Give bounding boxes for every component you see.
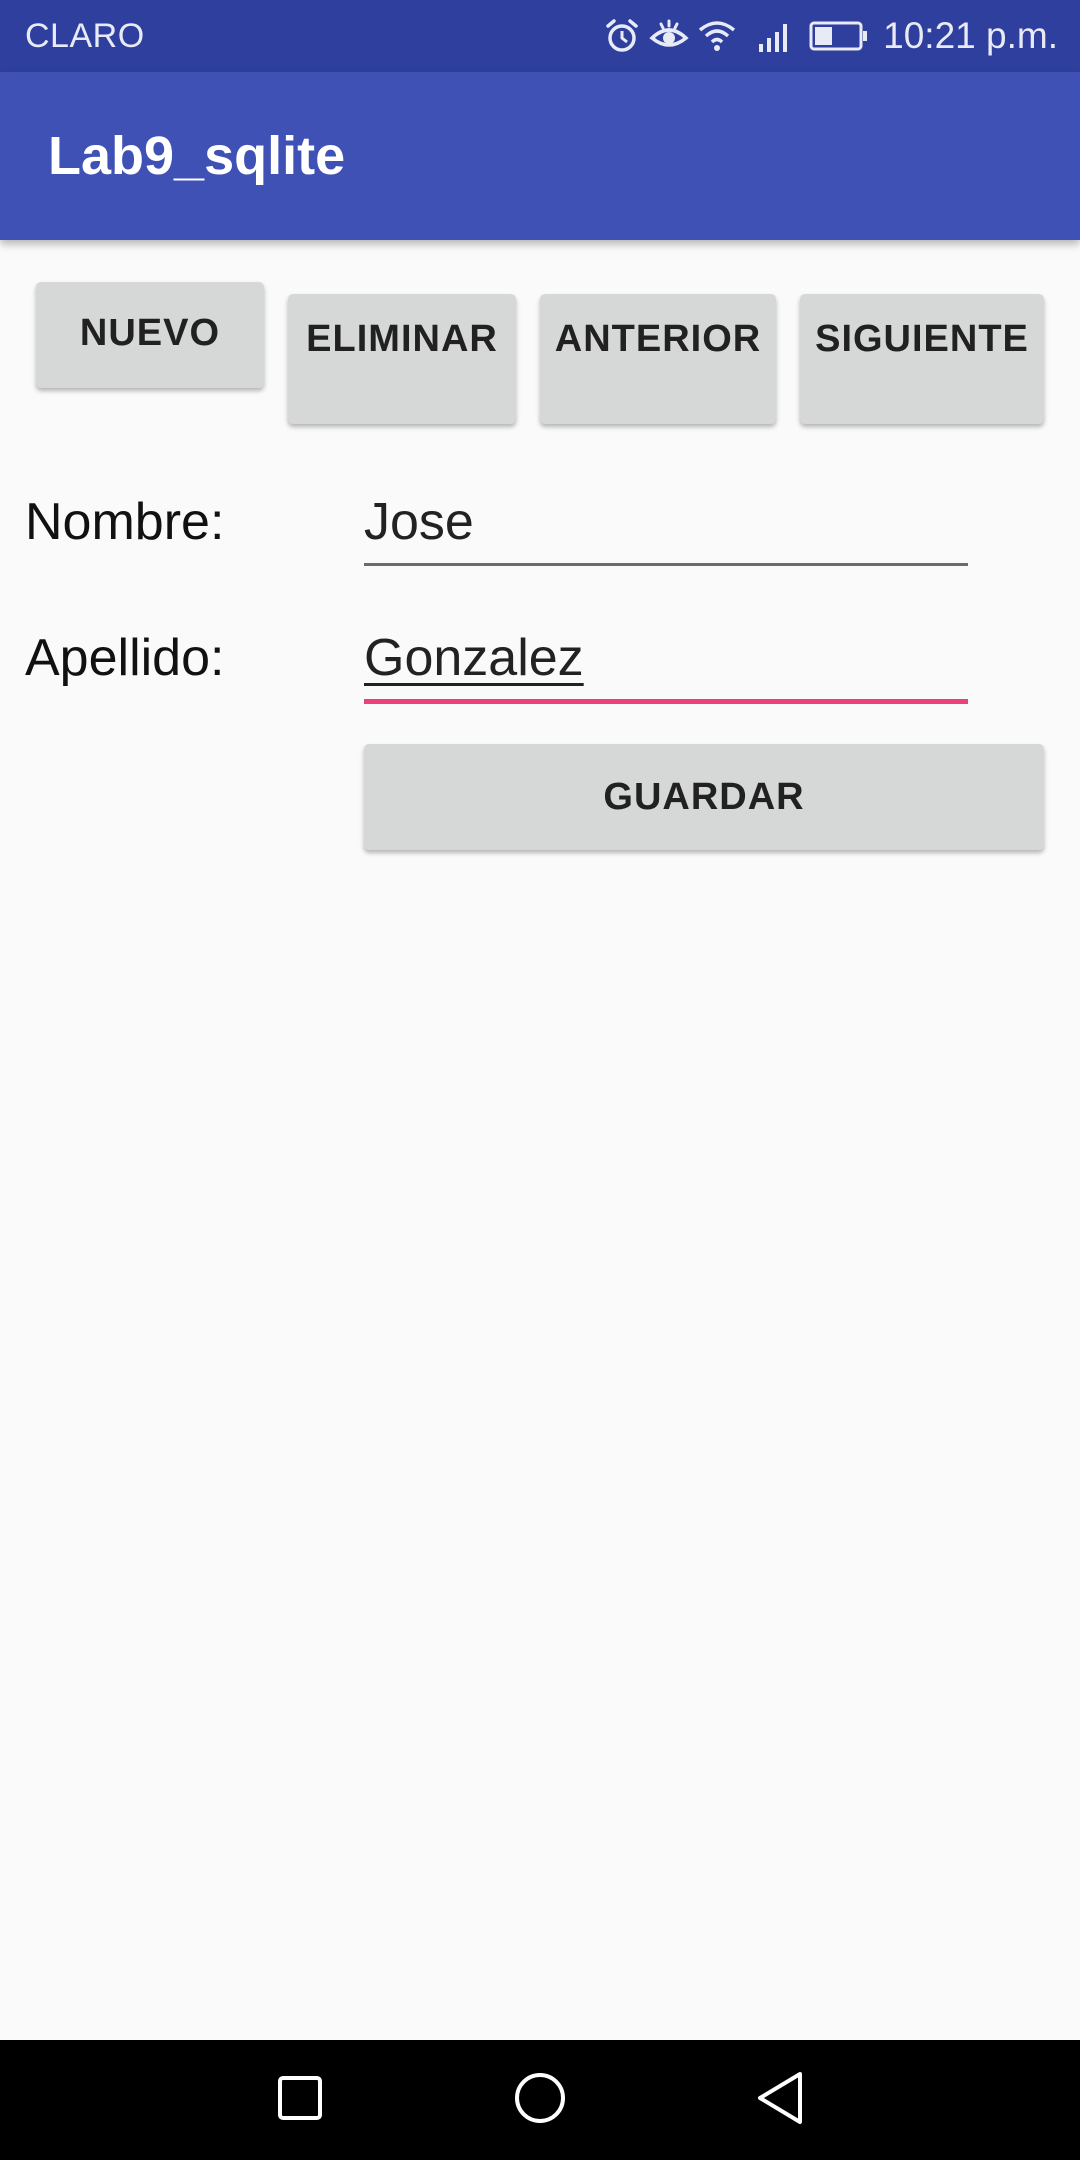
status-icons: 10:21 p.m.	[603, 12, 1058, 60]
nombre-label: Nombre:	[25, 493, 225, 551]
apellido-field[interactable]: Gonzalez	[364, 622, 968, 704]
wifi-icon	[697, 18, 737, 54]
home-button[interactable]	[498, 2058, 582, 2142]
back-icon	[754, 2070, 806, 2131]
navigation-bar	[0, 2040, 1080, 2160]
clock-time: 10:21 p.m.	[883, 15, 1058, 56]
alarm-icon	[603, 17, 641, 55]
siguiente-button[interactable]: SIGUIENTE	[800, 294, 1044, 424]
battery-icon	[809, 20, 869, 52]
nombre-field[interactable]: Jose	[364, 486, 968, 566]
recents-icon	[276, 2074, 324, 2127]
eliminar-button[interactable]: ELIMINAR	[288, 294, 516, 424]
nuevo-button[interactable]: NUEVO	[36, 282, 264, 388]
eye-icon	[649, 18, 689, 54]
apellido-value: Gonzalez	[364, 629, 584, 687]
nombre-value: Jose	[364, 493, 474, 551]
home-icon	[512, 2070, 568, 2131]
signal-icon	[757, 18, 793, 54]
guardar-button[interactable]: GUARDAR	[364, 744, 1044, 850]
app-bar: Lab9_sqlite	[0, 72, 1080, 240]
recents-button[interactable]	[258, 2058, 342, 2142]
status-bar: CLARO 10:21 p.m.	[0, 0, 1080, 72]
anterior-button[interactable]: ANTERIOR	[540, 294, 776, 424]
apellido-label: Apellido:	[25, 629, 225, 687]
back-button[interactable]	[738, 2058, 822, 2142]
app-title: Lab9_sqlite	[48, 126, 346, 186]
carrier-name: CLARO	[25, 17, 145, 55]
